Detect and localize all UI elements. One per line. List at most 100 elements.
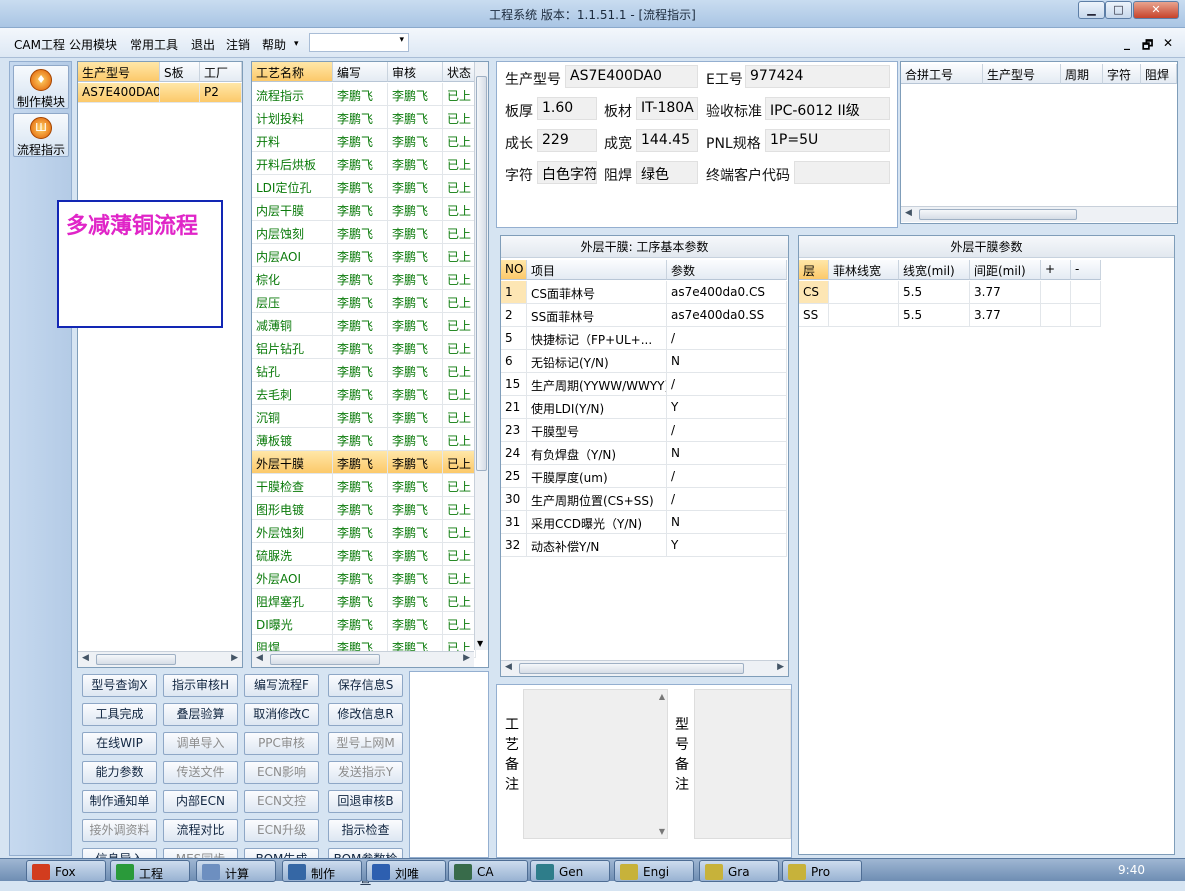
maximize-button[interactable]: □ <box>1105 1 1132 19</box>
mdi-close-button[interactable]: ✕ <box>1163 36 1173 50</box>
process-status-cell[interactable]: 已上 <box>443 428 476 451</box>
action-button[interactable]: ECN文控 <box>244 790 319 813</box>
merge-col-period[interactable]: 周期 <box>1061 64 1103 84</box>
param-no-cell[interactable]: 23 <box>501 419 527 442</box>
process-name-cell[interactable]: 铝片钻孔 <box>252 336 333 359</box>
film-cell[interactable]: 5.5 <box>899 281 970 304</box>
process-name-cell[interactable]: 钻孔 <box>252 359 333 382</box>
param-item-cell[interactable]: 干膜厚度(um) <box>527 465 667 488</box>
process-name-cell[interactable]: 图形电镀 <box>252 497 333 520</box>
process-auditor-cell[interactable]: 李鹏飞 <box>388 152 443 175</box>
process-writer-cell[interactable]: 李鹏飞 <box>333 566 388 589</box>
menu-logout[interactable]: 注销 <box>226 36 250 53</box>
scroll-down-icon[interactable]: ▼ <box>477 639 483 648</box>
process-writer-cell[interactable]: 李鹏飞 <box>333 543 388 566</box>
process-name-cell[interactable]: 外层干膜 <box>252 451 333 474</box>
scroll-up-icon[interactable]: ▲ <box>659 692 665 701</box>
action-button[interactable]: 回退审核B <box>328 790 403 813</box>
action-button[interactable]: 内部ECN <box>163 790 238 813</box>
process-writer-cell[interactable]: 李鹏飞 <box>333 612 388 635</box>
menu-public[interactable]: 公用模块 <box>69 36 117 53</box>
process-name-cell[interactable]: 内层AOI <box>252 244 333 267</box>
thick-value[interactable]: 1.60 <box>537 97 597 120</box>
wid-value[interactable]: 144.45 <box>636 129 698 152</box>
params-col-no[interactable]: NO <box>501 260 527 280</box>
params-hscroll-thumb[interactable] <box>519 663 744 674</box>
mdi-restore-button[interactable]: 🗗 <box>1142 36 1153 57</box>
proc-col-status[interactable]: 状态 <box>443 62 476 82</box>
process-auditor-cell[interactable]: 李鹏飞 <box>388 474 443 497</box>
process-status-cell[interactable]: 已上 <box>443 290 476 313</box>
film-cell[interactable] <box>829 304 899 327</box>
process-auditor-cell[interactable]: 李鹏飞 <box>388 589 443 612</box>
process-status-cell[interactable]: 已上 <box>443 152 476 175</box>
process-auditor-cell[interactable]: 李鹏飞 <box>388 313 443 336</box>
param-item-cell[interactable]: 快捷标记（FP+UL+... <box>527 327 667 350</box>
toolbar-combo[interactable]: ▾ <box>309 33 409 52</box>
action-button[interactable]: 制作通知单 <box>82 790 157 813</box>
proc-col-auditor[interactable]: 审核 <box>388 62 443 82</box>
part-hscroll-thumb[interactable] <box>96 654 176 665</box>
process-name-cell[interactable]: 外层蚀刻 <box>252 520 333 543</box>
film-cell[interactable]: 3.77 <box>970 281 1041 304</box>
film-cell[interactable] <box>1071 304 1101 327</box>
process-writer-cell[interactable]: 李鹏飞 <box>333 221 388 244</box>
action-button[interactable]: ECN升级 <box>244 819 319 842</box>
process-writer-cell[interactable]: 李鹏飞 <box>333 497 388 520</box>
film-cell[interactable]: SS <box>799 304 829 327</box>
param-item-cell[interactable]: 动态补偿Y/N <box>527 534 667 557</box>
action-button[interactable]: 型号查询X <box>82 674 157 697</box>
param-no-cell[interactable]: 15 <box>501 373 527 396</box>
process-name-cell[interactable]: 开料 <box>252 129 333 152</box>
process-auditor-cell[interactable]: 李鹏飞 <box>388 382 443 405</box>
mask-value[interactable]: 绿色 <box>636 161 698 184</box>
param-value-cell[interactable]: Y <box>667 534 787 557</box>
action-button[interactable]: 工具完成 <box>82 703 157 726</box>
nav-make-module[interactable]: ♦ 制作模块 <box>13 65 69 109</box>
nav-flow-indicator[interactable]: Ш 流程指示 <box>13 113 69 157</box>
process-status-cell[interactable]: 已上 <box>443 198 476 221</box>
process-auditor-cell[interactable]: 李鹏飞 <box>388 543 443 566</box>
menu-exit[interactable]: 退出 <box>191 36 215 53</box>
process-status-cell[interactable]: 已上 <box>443 543 476 566</box>
film-col-plus[interactable]: + <box>1041 260 1071 280</box>
process-status-cell[interactable]: 已上 <box>443 244 476 267</box>
param-value-cell[interactable]: as7e400da0.CS <box>667 281 787 304</box>
process-writer-cell[interactable]: 李鹏飞 <box>333 382 388 405</box>
action-button[interactable]: 传送文件 <box>163 761 238 784</box>
process-name-cell[interactable]: 层压 <box>252 290 333 313</box>
process-auditor-cell[interactable]: 李鹏飞 <box>388 198 443 221</box>
param-item-cell[interactable]: SS面菲林号 <box>527 304 667 327</box>
param-item-cell[interactable]: 采用CCD曝光（Y/N) <box>527 511 667 534</box>
param-no-cell[interactable]: 32 <box>501 534 527 557</box>
process-status-cell[interactable]: 已上 <box>443 382 476 405</box>
process-writer-cell[interactable]: 李鹏飞 <box>333 520 388 543</box>
process-auditor-cell[interactable]: 李鹏飞 <box>388 566 443 589</box>
param-no-cell[interactable]: 25 <box>501 465 527 488</box>
part-cell-model[interactable]: AS7E400DA0 <box>78 83 160 103</box>
scroll-left-icon[interactable]: ◀ <box>505 662 512 672</box>
action-button[interactable]: 编写流程F <box>244 674 319 697</box>
proc-hscroll-thumb[interactable] <box>270 654 380 665</box>
close-button[interactable]: ✕ <box>1133 1 1179 19</box>
minimize-button[interactable]: ▁ <box>1078 1 1105 19</box>
action-button[interactable]: 接外调资料 <box>82 819 157 842</box>
process-auditor-cell[interactable]: 李鹏飞 <box>388 290 443 313</box>
param-no-cell[interactable]: 21 <box>501 396 527 419</box>
process-name-cell[interactable]: 计划投料 <box>252 106 333 129</box>
param-value-cell[interactable]: / <box>667 327 787 350</box>
film-cell[interactable]: CS <box>799 281 829 304</box>
taskbar-item[interactable]: CA <box>448 860 528 882</box>
param-no-cell[interactable]: 5 <box>501 327 527 350</box>
process-name-cell[interactable]: LDI定位孔 <box>252 175 333 198</box>
action-button[interactable]: 指示审核H <box>163 674 238 697</box>
len-value[interactable]: 229 <box>537 129 597 152</box>
param-no-cell[interactable]: 2 <box>501 304 527 327</box>
params-hscroll[interactable]: ◀ ▶ <box>501 660 788 676</box>
scroll-left-icon[interactable]: ◀ <box>82 653 89 663</box>
film-cell[interactable] <box>829 281 899 304</box>
action-button[interactable]: 取消修改C <box>244 703 319 726</box>
film-col-film-width[interactable]: 菲林线宽 <box>829 260 899 280</box>
merge-col-eno[interactable]: 合拼工号 <box>901 64 983 84</box>
process-writer-cell[interactable]: 李鹏飞 <box>333 428 388 451</box>
